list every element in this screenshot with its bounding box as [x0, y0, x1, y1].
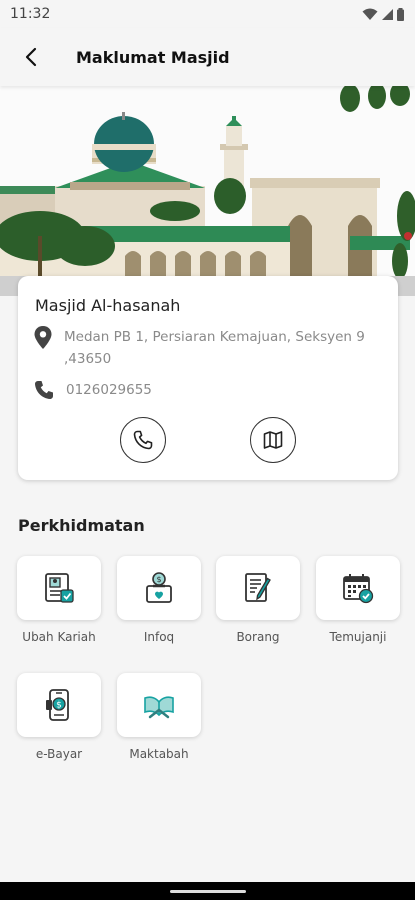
- service-maktabah[interactable]: Maktabah: [117, 673, 201, 761]
- map-button[interactable]: [250, 417, 296, 463]
- address-text: Medan PB 1, Persiaran Kemajuan, Seksyen …: [64, 329, 365, 367]
- service-e-bayar[interactable]: $ e-Bayar: [17, 673, 101, 761]
- status-bar: 11:32: [0, 0, 415, 28]
- phone-number: 0126029655: [66, 382, 152, 398]
- wifi-icon: [362, 8, 378, 20]
- home-handle[interactable]: [170, 890, 246, 893]
- svg-text:$: $: [156, 575, 161, 584]
- services-title: Perkhidmatan: [18, 516, 145, 535]
- service-temujanji[interactable]: Temujanji: [316, 556, 400, 644]
- phone-row: 0126029655: [34, 380, 152, 400]
- mosque-photo: [0, 86, 415, 296]
- service-borang[interactable]: Borang: [216, 556, 300, 644]
- status-icons: [362, 7, 405, 21]
- mosque-info-card: Masjid Al-hasanah Medan PB 1, Persiaran …: [18, 276, 398, 480]
- book-icon: [144, 696, 174, 719]
- back-arrow-icon: [25, 47, 37, 67]
- service-label: Infoq: [143, 630, 175, 644]
- calendar-check-icon: [343, 574, 374, 604]
- service-tile[interactable]: [216, 556, 300, 620]
- service-tile[interactable]: [117, 673, 201, 737]
- system-nav-bar: [0, 882, 415, 900]
- signal-icon: [382, 8, 393, 20]
- service-ubah-kariah[interactable]: Ubah Kariah: [17, 556, 101, 644]
- map-icon: [263, 431, 283, 449]
- service-tile[interactable]: $: [117, 556, 201, 620]
- call-button[interactable]: [120, 417, 166, 463]
- phone-outline-icon: [133, 430, 153, 450]
- form-icon: [245, 573, 271, 602]
- phone-icon: [35, 381, 53, 399]
- mosque-name: Masjid Al-hasanah: [35, 296, 181, 315]
- service-tile[interactable]: [17, 556, 101, 620]
- app-bar: Maklumat Masjid: [0, 28, 415, 86]
- page-title: Maklumat Masjid: [76, 47, 230, 67]
- service-infoq[interactable]: $ Infoq: [117, 556, 201, 644]
- donation-box-icon: $: [146, 572, 172, 603]
- address-row: Medan PB 1, Persiaran Kemajuan, Seksyen …: [34, 326, 379, 370]
- service-label: Ubah Kariah: [22, 630, 96, 644]
- service-label: Maktabah: [129, 747, 189, 761]
- service-label: Borang: [236, 630, 280, 644]
- id-card-icon: [45, 573, 74, 603]
- service-tile[interactable]: $: [17, 673, 101, 737]
- service-tile[interactable]: [316, 556, 400, 620]
- back-button[interactable]: [16, 42, 46, 72]
- status-time: 11:32: [10, 6, 51, 22]
- service-label: Temujanji: [329, 630, 387, 644]
- mobile-payment-icon: $: [46, 689, 69, 721]
- battery-icon: [397, 7, 404, 21]
- location-pin-icon: [34, 326, 52, 349]
- service-label: e-Bayar: [35, 747, 83, 761]
- svg-text:$: $: [56, 701, 62, 711]
